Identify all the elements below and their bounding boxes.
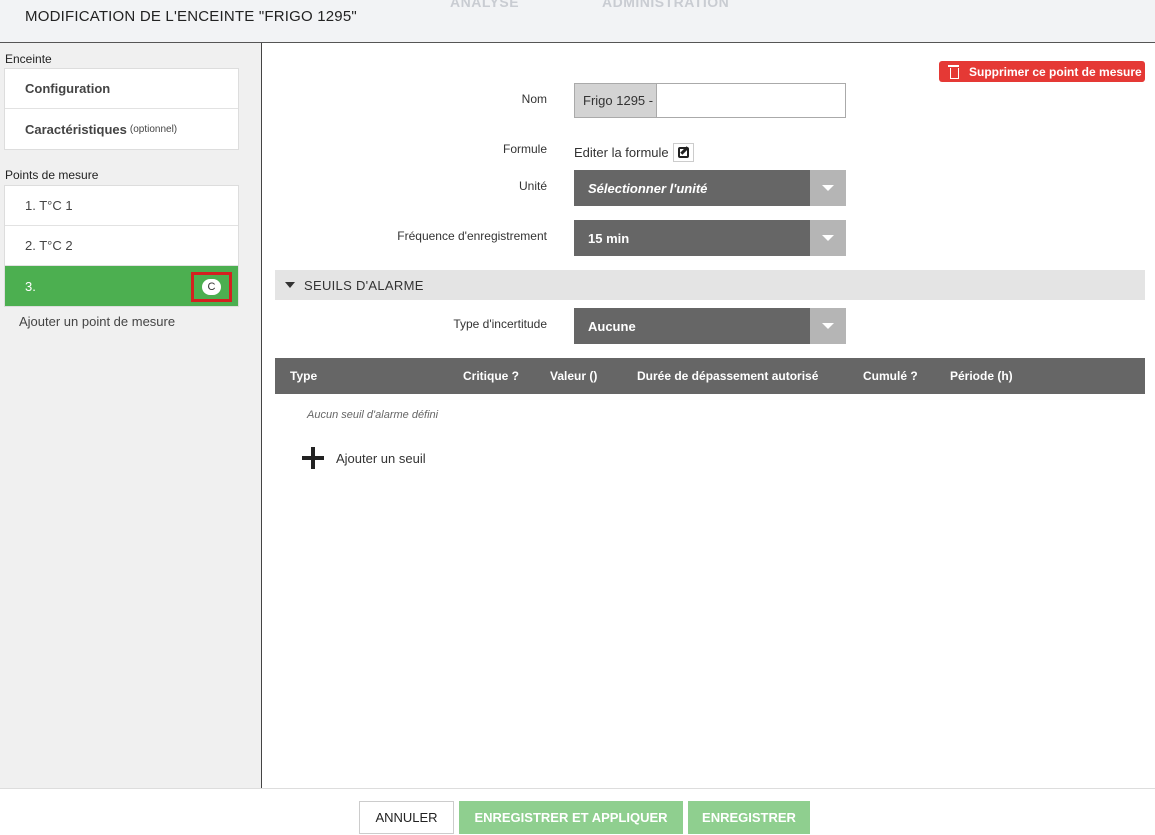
frequence-value: 15 min (588, 230, 630, 246)
add-seuil-label: Ajouter un seuil (336, 450, 426, 466)
sidebar-item-label: Configuration (25, 81, 111, 96)
sidebar-item-label: Caractéristiques (25, 121, 127, 137)
sidebar-section-enceinte: Enceinte (5, 52, 52, 66)
add-seuil-button[interactable]: Ajouter un seuil (302, 447, 426, 469)
unite-label: Unité (518, 179, 547, 193)
nom-field: Frigo 1295 - (574, 83, 846, 118)
formule-edit[interactable]: Editer la formule (574, 143, 694, 162)
modal-title: MODIFICATION DE L'ENCEINTE "FRIGO 1295" (25, 8, 357, 25)
section-title: SEUILS D'ALARME (304, 277, 424, 293)
nom-label: Nom (521, 92, 547, 106)
trash-icon (948, 65, 959, 79)
chevron-down-icon[interactable] (810, 170, 846, 206)
delete-point-button[interactable]: Supprimer ce point de mesure (939, 61, 1145, 82)
formule-link[interactable]: Editer la formule (574, 145, 669, 160)
enceinte-menu: Configuration Caractéristiques (optionne… (4, 68, 239, 150)
modal-footer: ANNULER ENREGISTRER ET APPLIQUER ENREGIS… (0, 788, 1155, 835)
sidebar-item-caracteristiques[interactable]: Caractéristiques (optionnel) (5, 109, 238, 149)
col-type: Type (290, 369, 318, 383)
add-point-link[interactable]: Ajouter un point de mesure (19, 314, 175, 329)
frequence-select[interactable]: 15 min (574, 220, 846, 256)
sidebar-section-points: Points de mesure (5, 168, 99, 182)
unite-value: Sélectionner l'unité (588, 180, 708, 196)
save-apply-button[interactable]: ENREGISTRER ET APPLIQUER (459, 801, 683, 834)
col-cumule: Cumulé ? (863, 369, 918, 383)
delete-point-label: Supprimer ce point de mesure (969, 64, 1142, 79)
sidebar: Enceinte Configuration Caractéristiques … (0, 43, 262, 788)
frequence-label: Fréquence d'enregistrement (397, 229, 547, 243)
point-badge[interactable]: C (202, 279, 221, 295)
type-incertitude-value: Aucune (588, 318, 636, 334)
nom-prefix: Frigo 1295 - (575, 84, 657, 117)
type-incertitude-label: Type d'incertitude (453, 317, 547, 331)
save-button[interactable]: ENREGISTRER (688, 801, 810, 834)
type-incertitude-select[interactable]: Aucune (574, 308, 846, 344)
col-duree: Durée de dépassement autorisé (637, 369, 819, 383)
caret-down-icon (285, 282, 295, 288)
background-nav: ANALYSE ADMINISTRATION (380, 0, 1155, 10)
nom-input[interactable] (657, 84, 845, 117)
chevron-down-icon[interactable] (810, 308, 846, 344)
sidebar-item-point-2[interactable]: 2. T°C 2 (5, 226, 238, 266)
edit-icon[interactable] (672, 143, 694, 162)
col-critique: Critique ? (463, 369, 519, 383)
sidebar-item-label: 3. (25, 278, 36, 294)
formule-label: Formule (502, 142, 547, 156)
col-valeur: Valeur () (550, 369, 598, 383)
highlight-box: C (191, 272, 232, 302)
chevron-down-icon[interactable] (810, 220, 846, 256)
col-periode: Période (h) (950, 369, 1013, 383)
plus-icon (302, 447, 324, 469)
seuils-alarme-section-toggle[interactable]: SEUILS D'ALARME (275, 270, 1145, 300)
points-menu: 1. T°C 1 2. T°C 2 3. C (4, 185, 239, 307)
sidebar-item-point-3[interactable]: 3. C (5, 266, 238, 306)
bg-nav-administration: ADMINISTRATION (602, 0, 730, 10)
modal-header: ANALYSE ADMINISTRATION MODIFICATION DE L… (0, 0, 1155, 43)
bg-nav-analyse: ANALYSE (450, 0, 520, 10)
cancel-button[interactable]: ANNULER (359, 801, 454, 834)
sidebar-item-label: 1. T°C 1 (25, 198, 73, 213)
sidebar-item-configuration[interactable]: Configuration (5, 69, 238, 109)
alarm-table-header: Type Critique ? Valeur () Durée de dépas… (275, 358, 1145, 394)
empty-alarm-text: Aucun seuil d'alarme défini (307, 409, 439, 421)
unite-select[interactable]: Sélectionner l'unité (574, 170, 846, 206)
sidebar-item-label: 2. T°C 2 (25, 238, 73, 253)
sidebar-item-point-1[interactable]: 1. T°C 1 (5, 186, 238, 226)
optional-hint: (optionnel) (129, 123, 178, 135)
